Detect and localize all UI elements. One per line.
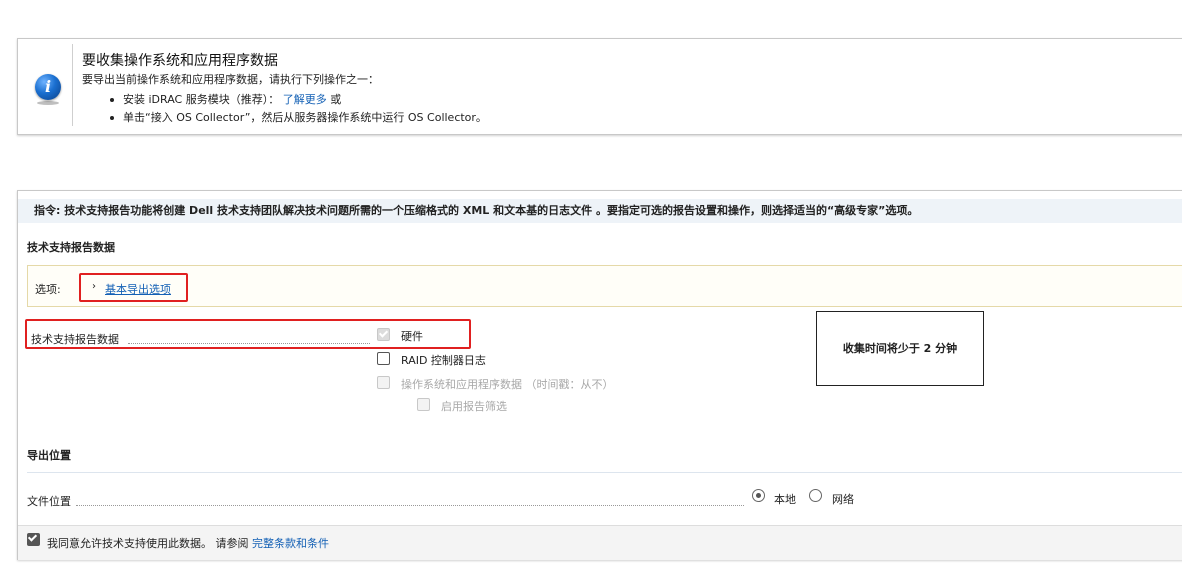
agreement-footer: 我同意允许技术支持使用此数据。 请参阅 完整条款和条件 <box>18 525 1182 560</box>
raid-log-checkbox-label: RAID 控制器日志 <box>401 354 486 367</box>
info-list-item: 单击“接入 OS Collector”，然后从服务器操作系统中运行 OS Col… <box>108 109 487 127</box>
info-list: 安装 iDRAC 服务模块（推荐）： 了解更多 或 单击“接入 OS Colle… <box>108 91 487 127</box>
info-icon-cell: i <box>18 44 73 126</box>
learn-more-link[interactable]: 了解更多 <box>283 93 327 106</box>
os-app-data-checkbox-label: 操作系统和应用程序数据 （时间戳：从不） <box>401 378 614 391</box>
network-radio[interactable] <box>809 489 822 502</box>
local-radio-label: 本地 <box>774 493 796 506</box>
terms-link[interactable]: 完整条款和条件 <box>252 537 329 550</box>
local-radio[interactable] <box>752 489 765 502</box>
info-item1-text: 安装 iDRAC 服务模块（推荐）： <box>123 93 280 106</box>
report-filter-checkbox-label: 启用报告筛选 <box>441 400 507 413</box>
instruction-bar: 指令: 技术支持报告功能将创建 Dell 技术支持团队解决技术问题所需的一个压缩… <box>18 199 1182 223</box>
info-icon: i <box>35 74 61 105</box>
section-divider <box>27 472 1182 473</box>
agree-label: 我同意允许技术支持使用此数据。 请参阅 <box>47 537 249 550</box>
options-box: 选项: › 基本导出选项 <box>27 265 1182 307</box>
options-label: 选项: <box>35 283 61 296</box>
hardware-checkbox[interactable] <box>377 328 390 341</box>
info-list-item: 安装 iDRAC 服务模块（推荐）： 了解更多 或 <box>108 91 487 109</box>
report-data-section-title: 技术支持报告数据 <box>27 241 115 254</box>
agree-text: 我同意允许技术支持使用此数据。 请参阅 完整条款和条件 <box>47 535 329 551</box>
hardware-checkbox-label: 硬件 <box>401 330 423 343</box>
info-title: 要收集操作系统和应用程序数据 <box>82 53 278 69</box>
tech-support-report-panel: 指令: 技术支持报告功能将创建 Dell 技术支持团队解决技术问题所需的一个压缩… <box>17 190 1182 560</box>
highlight-box-options <box>79 273 188 302</box>
export-location-title: 导出位置 <box>27 449 71 462</box>
collection-time-box: 收集时间将少于 2 分钟 <box>816 311 984 386</box>
label-leader-dots <box>76 505 744 506</box>
network-radio-label: 网络 <box>832 493 854 506</box>
report-filter-checkbox[interactable] <box>417 398 430 411</box>
agree-checkbox[interactable] <box>27 532 40 546</box>
info-icon-glyph: i <box>44 77 52 96</box>
info-item2-text: 单击“接入 OS Collector”，然后从服务器操作系统中运行 OS Col… <box>123 111 487 124</box>
info-item1-suffix: 或 <box>330 93 342 106</box>
file-location-label: 文件位置 <box>27 495 71 508</box>
raid-log-checkbox[interactable] <box>377 352 390 365</box>
info-subtitle: 要导出当前操作系统和应用程序数据，请执行下列操作之一： <box>82 73 379 86</box>
os-collector-info-panel: i 要收集操作系统和应用程序数据 要导出当前操作系统和应用程序数据，请执行下列操… <box>17 38 1182 135</box>
os-app-data-checkbox[interactable] <box>377 376 390 389</box>
